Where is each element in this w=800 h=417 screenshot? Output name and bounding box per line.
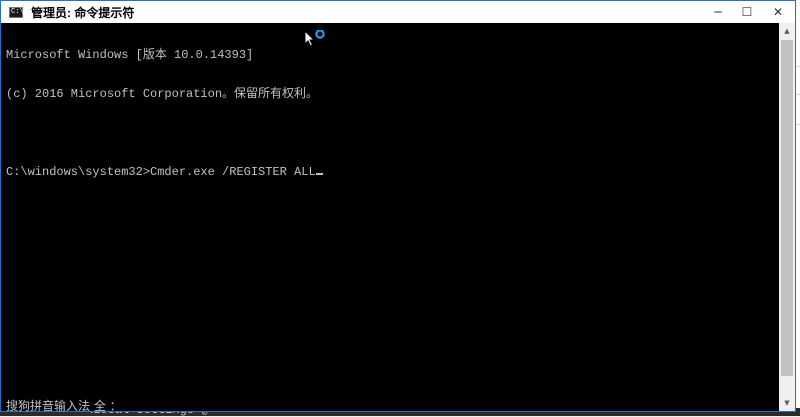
command-prompt-window[interactable]: C:\ 管理员: 命令提示符 ─ ☐ ✕ Microsoft Windows [… [0,0,796,413]
close-button[interactable]: ✕ [763,1,793,23]
chevron-up-icon: ▲ [784,27,790,35]
command-text: C:\windows\system32>Cmder.exe /REGISTER … [6,165,316,179]
ime-status-bar: 搜狗拼音输入法 全 ： [6,399,122,413]
window-title: 管理员: 命令提示符 [31,5,135,20]
close-icon: ✕ [772,5,784,19]
scrollbar-thumb[interactable] [781,40,793,376]
scroll-down-button[interactable]: ▼ [779,395,795,411]
scroll-up-button[interactable]: ▲ [779,23,795,39]
busy-arrow-cursor-icon [304,30,325,47]
minimize-button[interactable]: ─ [703,1,733,23]
title-bar[interactable]: C:\ 管理员: 命令提示符 ─ ☐ ✕ [1,1,795,23]
minimize-icon: ─ [714,5,722,19]
chevron-down-icon: ▼ [784,399,790,407]
console-line-blank [6,127,779,140]
console-line-version: Microsoft Windows [版本 10.0.14393] [6,48,254,62]
console-line-copyright: (c) 2016 Microsoft Corporation。保留所有权利。 [6,87,319,101]
maximize-icon: ☐ [741,5,753,19]
text-cursor [315,173,323,175]
vertical-scrollbar[interactable]: ▲ ▼ [779,23,795,411]
console-app-icon[interactable]: C:\ [9,6,24,18]
console-output[interactable]: Microsoft Windows [版本 10.0.14393] (c) 20… [6,23,779,411]
maximize-button[interactable]: ☐ [732,1,762,23]
console-line-command[interactable]: C:\windows\system32>Cmder.exe /REGISTER … [6,166,779,179]
